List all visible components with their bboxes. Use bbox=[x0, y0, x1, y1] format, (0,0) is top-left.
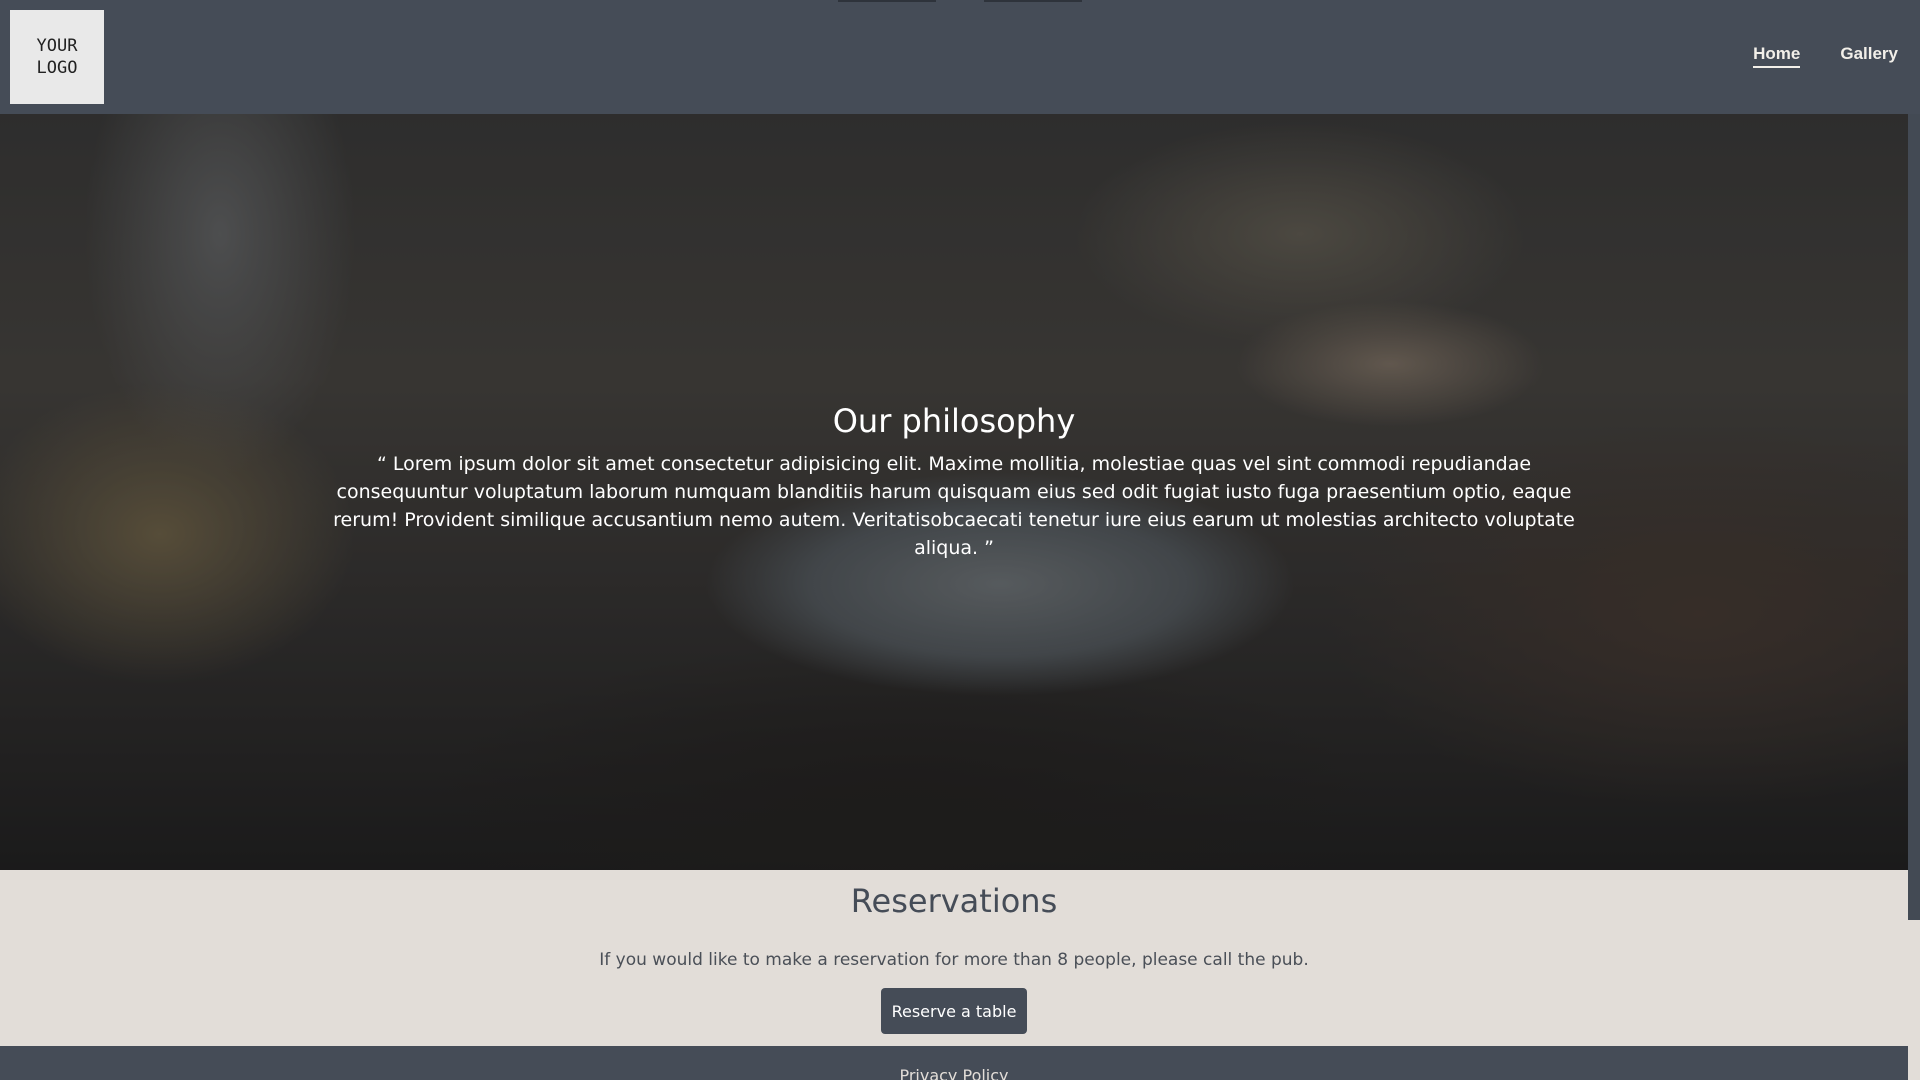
nav-link-home[interactable]: Home bbox=[1753, 44, 1801, 68]
top-indicator bbox=[984, 0, 1082, 2]
site-footer: Privacy Policy bbox=[0, 1046, 1908, 1080]
reservations-title: Reservations bbox=[850, 882, 1058, 920]
top-indicator bbox=[838, 0, 936, 2]
reservations-section: Reservations If you would like to make a… bbox=[0, 870, 1908, 1046]
scrollbar[interactable] bbox=[1908, 114, 1920, 920]
reserve-table-button[interactable]: Reserve a table bbox=[881, 988, 1027, 1034]
hero-content: Our philosophy “ Lorem ipsum dolor sit a… bbox=[0, 402, 1908, 562]
hero-section: Our philosophy “ Lorem ipsum dolor sit a… bbox=[0, 114, 1908, 870]
main-nav: Home Gallery bbox=[1753, 44, 1898, 68]
nav-link-gallery[interactable]: Gallery bbox=[1840, 44, 1898, 68]
privacy-policy-link[interactable]: Privacy Policy bbox=[899, 1066, 1008, 1080]
reservations-text: If you would like to make a reservation … bbox=[599, 950, 1309, 970]
hero-quote: “ Lorem ipsum dolor sit amet consectetur… bbox=[333, 453, 1575, 559]
hero-title: Our philosophy bbox=[832, 402, 1076, 440]
page: YOUR LOGO Home Gallery Our philosophy “ L… bbox=[0, 0, 1920, 1080]
logo[interactable]: YOUR LOGO bbox=[10, 10, 104, 104]
site-header: YOUR LOGO Home Gallery bbox=[0, 0, 1920, 114]
